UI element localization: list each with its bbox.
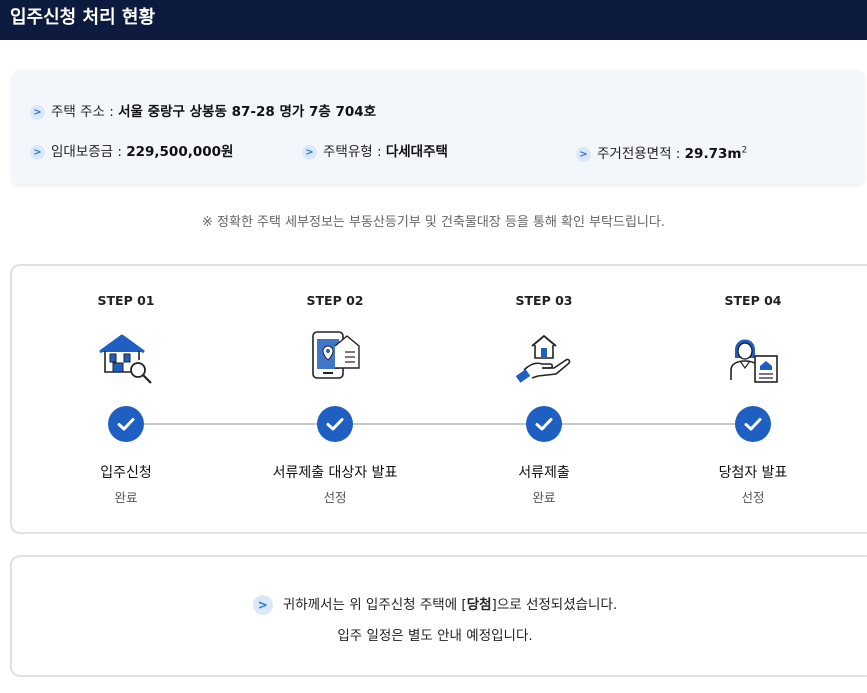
chevron-right-icon: > (30, 105, 45, 120)
house-type-value: 다세대주택 (385, 144, 448, 160)
page-title: 입주신청 처리 현황 (10, 7, 156, 28)
area-label: 주거전용면적 : (597, 146, 685, 162)
chevron-right-icon: > (252, 595, 273, 615)
notice-text: ※ 정확한 주택 세부정보는 부동산등기부 및 건축물대장 등을 통해 확인 부… (202, 215, 665, 230)
info-deposit: > 임대보증금 : 229,500,000원 (30, 140, 233, 160)
chevron-right-icon: > (302, 145, 317, 160)
area-value: 29.73m (684, 146, 742, 162)
result-message: > 귀하께서는 위 입주신청 주택에 [당첨]으로 선정되셨습니다. (12, 593, 858, 615)
step-label: STEP 04 (724, 293, 782, 308)
step-label: STEP 01 (97, 293, 155, 308)
step-title: 입주신청 (100, 465, 152, 481)
check-circle-icon (317, 406, 353, 442)
steps-card: STEP 01 입주신청 완료 STEP 02 서류제출 대상자 발표 선정 S… (10, 264, 867, 534)
address-value: 서울 중랑구 상봉동 87-28 명가 7층 704호 (118, 104, 377, 120)
chevron-right-icon: > (576, 147, 591, 162)
step-title: 서류제출 (518, 465, 570, 481)
hand-house-icon (514, 328, 574, 388)
house-search-icon (96, 328, 156, 388)
address-label: 주택 주소 : (51, 104, 119, 120)
result-text-before: 귀하께서는 위 입주신청 주택에 [ (282, 597, 467, 613)
person-certificate-icon (723, 328, 783, 388)
check-circle-icon (526, 406, 562, 442)
step-status: 완료 (532, 490, 556, 505)
chevron-right-icon: > (30, 145, 45, 160)
phone-location-document-icon (305, 328, 365, 388)
info-address: > 주택 주소 : 서울 중랑구 상봉동 87-28 명가 7층 704호 (30, 100, 376, 120)
result-schedule-note: 입주 일정은 별도 안내 예정입니다. (337, 628, 533, 644)
house-info-card: > 주택 주소 : 서울 중랑구 상봉동 87-28 명가 7층 704호 > 임대… (12, 70, 864, 184)
deposit-value: 229,500,000원 (126, 144, 234, 160)
page-header: 입주신청 처리 현황 (0, 0, 867, 40)
step-status: 선정 (741, 490, 765, 505)
step-status: 완료 (114, 490, 138, 505)
house-type-label: 주택유형 : (323, 144, 386, 160)
step-label: STEP 02 (306, 293, 364, 308)
result-status-bold: 당첨 (466, 597, 492, 613)
result-text-after: ]으로 선정되셨습니다. (491, 597, 618, 613)
check-circle-icon (735, 406, 771, 442)
info-area: > 주거전용면적 : 29.73m2 (576, 142, 747, 162)
step-status: 선정 (323, 490, 347, 505)
progress-line (125, 423, 755, 425)
step-title: 서류제출 대상자 발표 (272, 465, 398, 481)
check-circle-icon (108, 406, 144, 442)
step-label: STEP 03 (515, 293, 573, 308)
step-title: 당첨자 발표 (718, 465, 788, 481)
result-card: > 귀하께서는 위 입주신청 주택에 [당첨]으로 선정되셨습니다. 입주 일정은… (10, 555, 867, 677)
info-house-type: > 주택유형 : 다세대주택 (302, 140, 448, 160)
area-unit-superscript: 2 (741, 145, 748, 156)
deposit-label: 임대보증금 : (51, 144, 127, 160)
